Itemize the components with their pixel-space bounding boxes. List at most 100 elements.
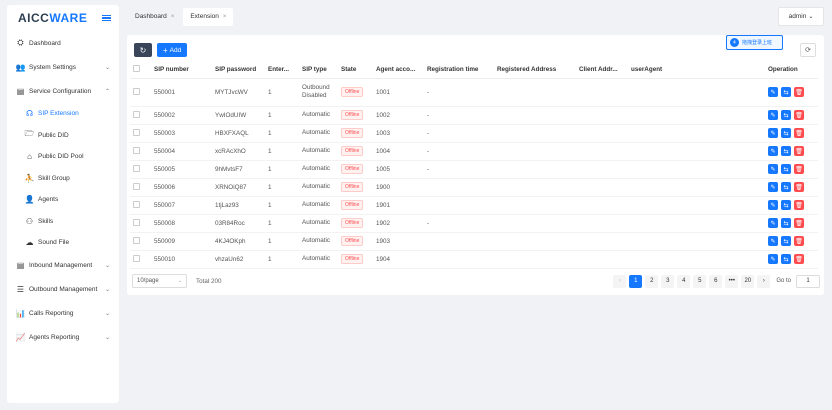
cell-state: Offline (338, 78, 373, 107)
row-checkbox[interactable] (133, 110, 140, 118)
edit-icon[interactable]: ✎ (768, 164, 778, 174)
unbind-icon[interactable]: ⇆ (781, 200, 791, 210)
refresh-button[interactable]: ↻ (134, 43, 152, 57)
row-checkbox[interactable] (133, 182, 140, 190)
sidebar-item-calls-reporting[interactable]: 📊 Calls Reporting ⌄ (7, 302, 119, 326)
edit-icon[interactable]: ✎ (768, 110, 778, 120)
cell-agent: 1902 (373, 214, 424, 233)
page-button[interactable]: 6 (709, 274, 723, 288)
page-button[interactable]: 2 (645, 274, 659, 288)
cell-reg: - (424, 78, 494, 107)
delete-icon[interactable]: 🗑 (794, 164, 804, 174)
unbind-icon[interactable]: ⇆ (781, 110, 791, 120)
edit-icon[interactable]: ✎ (768, 128, 778, 138)
cell-type: Outbound Disabled (299, 78, 338, 107)
row-select-cell (130, 142, 151, 161)
unbind-icon[interactable]: ⇆ (781, 87, 791, 97)
edit-icon[interactable]: ✎ (768, 182, 778, 192)
tab-extension[interactable]: Extension × (183, 7, 234, 26)
delete-icon[interactable]: 🗑 (794, 110, 804, 120)
sidebar-item-service-configuration[interactable]: ▤ Service Configuration ⌃ (7, 79, 119, 103)
page-button[interactable]: 4 (677, 274, 691, 288)
edit-icon[interactable]: ✎ (768, 254, 778, 264)
delete-icon[interactable]: 🗑 (794, 128, 804, 138)
page-button[interactable]: 20 (741, 274, 755, 288)
row-actions: ✎ ⇆ 🗑 (768, 146, 815, 156)
cell-agent: 1003 (373, 124, 424, 143)
row-checkbox[interactable] (133, 254, 140, 262)
column-header: userAgent (628, 62, 765, 79)
sidebar-item-agents-reporting[interactable]: 📈 Agents Reporting ⌄ (7, 326, 119, 350)
page-button[interactable]: 3 (661, 274, 675, 288)
delete-icon[interactable]: 🗑 (794, 182, 804, 192)
sidebar-item-public-did-pool[interactable]: ⌂ Public DID Pool (7, 146, 119, 168)
table-row: 550003 HBXFXAQL 1 Automatic Offline 1003- ✎ ⇆ 🗑 (130, 124, 818, 143)
unbind-icon[interactable]: ⇆ (781, 128, 791, 138)
close-icon[interactable]: × (223, 14, 227, 20)
page-button[interactable]: 5 (693, 274, 707, 288)
login-work-badge[interactable]: ⚘ 拖拽登录上班 (726, 35, 783, 50)
edit-icon[interactable]: ✎ (768, 218, 778, 228)
sidebar: AICCWARE ⛭ Dashboard 👥 System Settings ⌄ ▤ Ser… (7, 5, 119, 403)
unbind-icon[interactable]: ⇆ (781, 254, 791, 264)
cell-sip: 550005 (151, 160, 212, 179)
unbind-icon[interactable]: ⇆ (781, 164, 791, 174)
unbind-icon[interactable]: ⇆ (781, 236, 791, 246)
sidebar-item-agents[interactable]: 👤 Agents (7, 189, 119, 211)
column-settings-button[interactable]: ⟳ (800, 43, 816, 57)
sidebar-item-skill-group[interactable]: ⛹ Skill Group (7, 168, 119, 190)
more-pages-button[interactable]: ••• (725, 274, 739, 288)
edit-icon[interactable]: ✎ (768, 87, 778, 97)
delete-icon[interactable]: 🗑 (794, 218, 804, 228)
cell-reg (424, 178, 494, 197)
prev-page-button[interactable]: ‹ (613, 274, 627, 288)
edit-icon[interactable]: ✎ (768, 200, 778, 210)
tab-dashboard[interactable]: Dashboard × (128, 8, 181, 26)
sidebar-item-sip-extension[interactable]: ☊ SIP Extension (7, 103, 119, 125)
menu-toggle-icon[interactable] (102, 14, 111, 22)
sidebar-item-dashboard[interactable]: ⛭ Dashboard (7, 31, 119, 55)
cell-pwd: vhzaUn62 (212, 250, 265, 269)
delete-icon[interactable]: 🗑 (794, 146, 804, 156)
unbind-icon[interactable]: ⇆ (781, 182, 791, 192)
next-page-button[interactable]: › (757, 274, 771, 288)
delete-icon[interactable]: 🗑 (794, 254, 804, 264)
sidebar-item-sound-file[interactable]: ☁ Sound File (7, 232, 119, 254)
edit-icon[interactable]: ✎ (768, 236, 778, 246)
goto-page: Go to 1 (776, 274, 820, 288)
unbind-icon[interactable]: ⇆ (781, 218, 791, 228)
page-button[interactable]: 1 (629, 274, 643, 288)
add-button[interactable]: + Add (157, 43, 188, 57)
goto-page-input[interactable]: 1 (796, 274, 820, 288)
row-checkbox[interactable] (133, 236, 140, 244)
cell-enter: 1 (265, 250, 299, 269)
delete-icon[interactable]: 🗑 (794, 87, 804, 97)
delete-icon[interactable]: 🗑 (794, 200, 804, 210)
sidebar-item-system-settings[interactable]: 👥 System Settings ⌄ (7, 55, 119, 79)
select-all-checkbox[interactable] (133, 65, 140, 73)
sidebar-item-public-did[interactable]: 🗁 Public DID (7, 125, 119, 147)
app-logo[interactable]: AICCWARE (18, 11, 87, 25)
cell-agent: 1004 (373, 142, 424, 161)
row-checkbox[interactable] (133, 128, 140, 136)
row-checkbox[interactable] (133, 200, 140, 208)
row-checkbox[interactable] (133, 218, 140, 226)
row-checkbox[interactable] (133, 164, 140, 172)
cell-state: Offline (338, 178, 373, 197)
delete-icon[interactable]: 🗑 (794, 236, 804, 246)
unbind-icon[interactable]: ⇆ (781, 146, 791, 156)
row-checkbox[interactable] (133, 87, 140, 95)
cell-addr (494, 232, 576, 251)
close-icon[interactable]: × (171, 14, 175, 20)
cell-pwd: YwIOdUIW (212, 106, 265, 125)
flower-icon: ⚘ (730, 38, 739, 47)
cell-client (576, 142, 628, 161)
sidebar-item-skills[interactable]: ⚇ Skills (7, 211, 119, 233)
user-menu-button[interactable]: admin ⌄ (778, 7, 824, 26)
page-size-select[interactable]: 10/page ⌄ (132, 274, 187, 288)
row-checkbox[interactable] (133, 146, 140, 154)
sidebar-item-inbound-management[interactable]: ▤ Inbound Management ⌄ (7, 254, 119, 278)
sidebar-item-outbound-management[interactable]: ☰ Outbound Management ⌄ (7, 278, 119, 302)
edit-icon[interactable]: ✎ (768, 146, 778, 156)
cell-sip: 550010 (151, 250, 212, 269)
